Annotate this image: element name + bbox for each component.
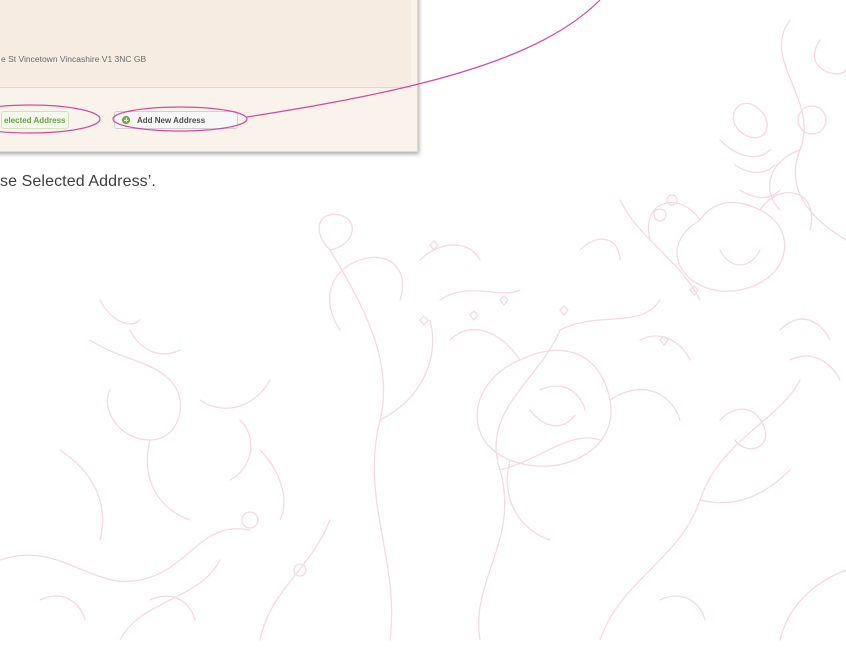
page: e St Vincetown Vincashire V1 3NC GB elec…: [0, 0, 846, 648]
address-actions: elected Address Add New Address: [0, 97, 411, 151]
use-selected-address-button[interactable]: elected Address: [1, 111, 69, 129]
address-list: e St Vincetown Vincashire V1 3NC GB: [0, 0, 411, 88]
add-new-address-button[interactable]: Add New Address: [114, 111, 238, 129]
plus-circle-icon: [122, 116, 130, 124]
address-panel: e St Vincetown Vincashire V1 3NC GB elec…: [0, 0, 418, 152]
add-new-address-label: Add New Address: [137, 116, 206, 125]
address-line[interactable]: e St Vincetown Vincashire V1 3NC GB: [1, 54, 146, 64]
instruction-caption: se Selected Address’.: [0, 173, 156, 190]
